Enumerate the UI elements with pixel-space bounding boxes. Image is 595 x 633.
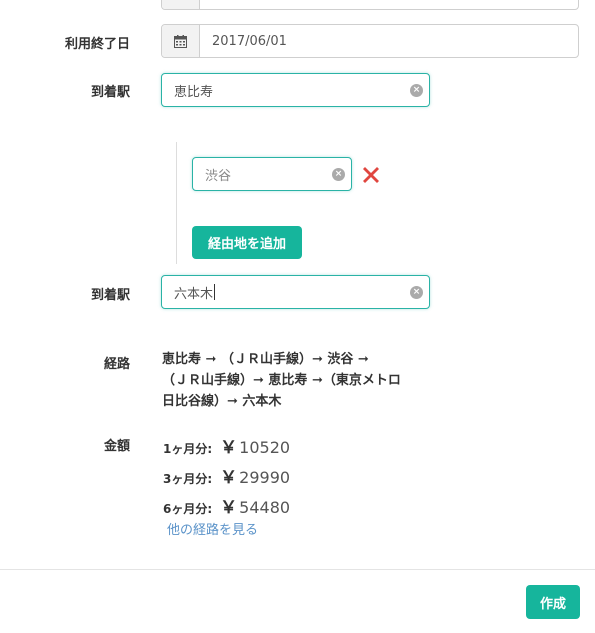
fare-period: 3ヶ月分: bbox=[163, 472, 213, 486]
end-date-value: 2017/06/01 bbox=[212, 33, 287, 49]
fare-period: 1ヶ月分: bbox=[163, 442, 213, 456]
departure-station-value: 恵比寿 bbox=[174, 84, 214, 100]
fare-row-1month: 1ヶ月分: ￥ 10520 bbox=[163, 433, 290, 458]
create-button[interactable]: 作成 bbox=[526, 585, 580, 619]
arrival-station-label: 到着駅 bbox=[90, 288, 130, 303]
calendar-icon[interactable] bbox=[162, 25, 200, 57]
route-line: （ＪＲ山手線）➞ 恵比寿 ➞（東京メトロ bbox=[162, 373, 401, 388]
arrival-station-input[interactable]: 六本木 × bbox=[161, 275, 430, 309]
fare-amount: 54480 bbox=[239, 498, 291, 517]
fare-currency: ￥ bbox=[220, 468, 238, 488]
fare-currency: ￥ bbox=[220, 498, 238, 518]
fare-currency: ￥ bbox=[220, 438, 238, 458]
departure-station-input[interactable]: 恵比寿 × bbox=[161, 73, 430, 107]
fare-amount: 29990 bbox=[239, 468, 291, 487]
route-line: 日比谷線）➞ 六本木 bbox=[162, 394, 282, 409]
clear-icon[interactable]: × bbox=[410, 286, 423, 299]
other-routes-link[interactable]: 他の経路を見る bbox=[167, 519, 258, 538]
route-form-page: 利用終了日 2017/06/01 到着駅 恵比寿 × 渋谷 × 経由地を追加 到… bbox=[0, 0, 595, 633]
cropped-date-addon bbox=[162, 0, 200, 9]
route-description: 恵比寿 ➞ （ＪＲ山手線）➞ 渋谷 ➞ （ＪＲ山手線）➞ 恵比寿 ➞（東京メトロ… bbox=[162, 349, 442, 412]
fare-amount: 10520 bbox=[239, 438, 291, 457]
close-icon[interactable] bbox=[359, 163, 383, 187]
via-station-value: 渋谷 bbox=[205, 168, 232, 184]
add-via-button[interactable]: 経由地を追加 bbox=[192, 226, 302, 259]
fare-period: 6ヶ月分: bbox=[163, 502, 213, 516]
clear-icon[interactable]: × bbox=[332, 168, 345, 181]
footer-divider bbox=[0, 569, 595, 570]
text-caret bbox=[214, 284, 216, 300]
via-section-line bbox=[176, 142, 177, 264]
via-station-input[interactable]: 渋谷 × bbox=[192, 157, 352, 191]
fare-label: 金額 bbox=[103, 439, 130, 454]
fare-row-3month: 3ヶ月分: ￥ 29990 bbox=[163, 463, 290, 488]
arrival-station-value: 六本木 bbox=[174, 286, 214, 302]
end-date-label: 利用終了日 bbox=[64, 37, 130, 52]
clear-icon[interactable]: × bbox=[410, 84, 423, 97]
fare-row-6month: 6ヶ月分: ￥ 54480 bbox=[163, 493, 290, 518]
departure-station-label: 到着駅 bbox=[90, 85, 130, 100]
route-label: 経路 bbox=[103, 357, 130, 372]
cropped-date-field[interactable] bbox=[161, 0, 579, 10]
end-date-field[interactable]: 2017/06/01 bbox=[161, 24, 579, 58]
route-line: 恵比寿 ➞ （ＪＲ山手線）➞ 渋谷 ➞ bbox=[162, 352, 369, 367]
